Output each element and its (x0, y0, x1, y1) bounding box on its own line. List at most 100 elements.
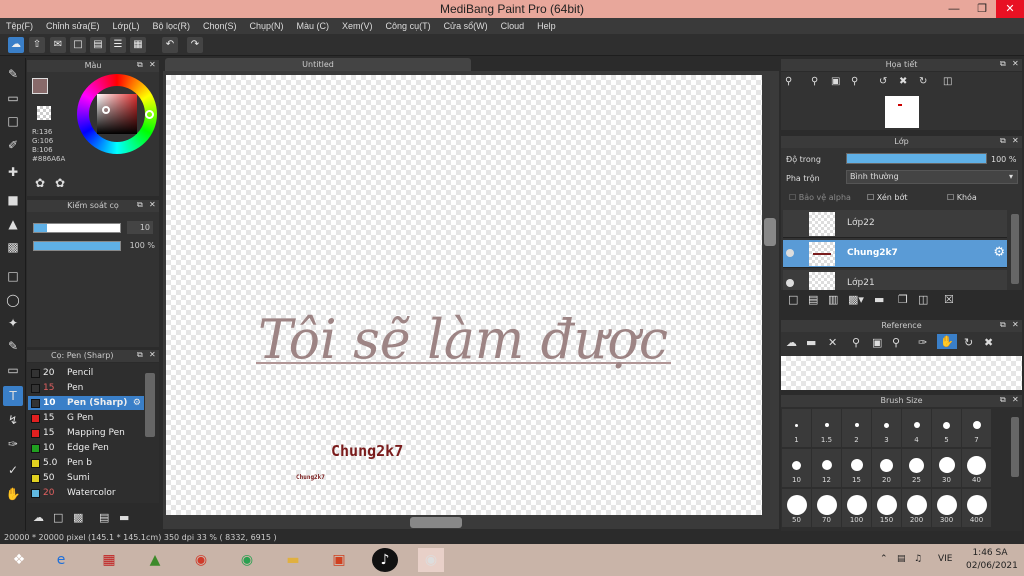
share-icon[interactable]: ⇧ (29, 37, 45, 53)
cloud-icon[interactable]: ☁ (8, 37, 24, 53)
horizontal-scroll-thumb[interactable] (410, 517, 462, 528)
brush-list-item[interactable]: 20 Watercolor (28, 486, 144, 500)
reset-rotate-icon[interactable]: ✖ (899, 76, 907, 87)
navigator-close-icon[interactable]: ✕ (1012, 59, 1019, 68)
ref-open-icon[interactable]: ▬ (806, 336, 816, 349)
zoom-out-icon[interactable]: ⚲ (851, 76, 858, 87)
brush-size-cell[interactable]: 4 (902, 409, 931, 447)
ref-zoom-in-icon[interactable]: ⚲ (852, 336, 860, 349)
comment-icon[interactable]: ✉ (50, 37, 66, 53)
size-value[interactable]: 10 (127, 221, 153, 234)
primary-color-swatch[interactable] (32, 78, 48, 94)
brush-control-float-icon[interactable]: ⧉ (137, 200, 143, 210)
brush-size-cell[interactable]: 30 (932, 449, 961, 487)
text-tool-icon[interactable]: T (3, 386, 23, 406)
menu-file[interactable]: Tệp(F) (6, 21, 33, 31)
bucket-tool-icon[interactable]: ▲ (3, 214, 23, 234)
color-panel-float-icon[interactable]: ⧉ (137, 60, 143, 70)
layer-opacity-slider[interactable] (846, 153, 987, 164)
language-indicator[interactable]: VIE (938, 554, 953, 564)
layer-folder-icon[interactable]: ▬ (874, 293, 884, 306)
brush-size-cell[interactable]: 150 (872, 489, 901, 527)
document-icon[interactable]: ▤ (90, 37, 106, 53)
ref-hand-icon[interactable]: ✋ (937, 334, 957, 349)
ref-close-icon[interactable]: ✕ (828, 336, 837, 349)
layer-close-icon[interactable]: ✕ (1012, 136, 1019, 145)
powerpoint-icon[interactable]: ▣ (326, 548, 352, 572)
hue-wheel[interactable] (77, 74, 157, 154)
layer-row[interactable]: Chung2k7 ⚙ (783, 240, 1007, 268)
fit-icon[interactable]: ▣ (831, 76, 840, 87)
brush-list-item[interactable]: 15 Mapping Pen (28, 426, 144, 440)
brush-size-scrollbar[interactable] (1011, 417, 1019, 477)
menu-snap[interactable]: Chụp(N) (250, 21, 284, 31)
ref-eyedropper-icon[interactable]: ✑ (918, 336, 927, 349)
flip-icon[interactable]: ◫ (943, 76, 952, 87)
navigator-preview[interactable] (885, 96, 919, 128)
brush-tool-icon[interactable]: ✎ (3, 64, 23, 84)
menu-help[interactable]: Help (537, 21, 556, 31)
undo-icon[interactable]: ↶ (162, 37, 178, 53)
brush-list-item[interactable]: 20 Pencil (28, 366, 144, 380)
blur-tool-icon[interactable]: ✐ (3, 135, 23, 155)
brush-size-cell[interactable]: 400 (962, 489, 991, 527)
brush-size-cell[interactable]: 2 (842, 409, 871, 447)
network-icon[interactable]: ▤ (897, 554, 906, 564)
rotate-right-icon[interactable]: ↻ (919, 76, 927, 87)
select-pen-icon[interactable]: ✎ (3, 336, 23, 356)
page-icon[interactable]: □ (70, 37, 86, 53)
clock-date[interactable]: 02/06/2021 (966, 561, 1018, 571)
clock-time[interactable]: 1:46 SA (970, 548, 1010, 558)
brush-cloud-icon[interactable]: ☁ (33, 511, 44, 524)
ref-reset-icon[interactable]: ✖ (984, 336, 993, 349)
reference-close-icon[interactable]: ✕ (1012, 320, 1019, 329)
brush-size-cell[interactable]: 5 (932, 409, 961, 447)
ref-cloud-icon[interactable]: ☁ (786, 336, 797, 349)
brush-list-item[interactable]: 50 Sumi (28, 471, 144, 485)
medibang-icon[interactable]: ◉ (418, 548, 444, 572)
close-icon[interactable]: ✕ (996, 0, 1024, 18)
new-8bit-layer-icon[interactable]: ▥ (828, 293, 838, 306)
brush-size-cell[interactable]: 200 (902, 489, 931, 527)
menu-color[interactable]: Màu (C) (297, 21, 330, 31)
brush-list-item[interactable]: 10 Pen (Sharp) ⚙ (28, 396, 144, 410)
brush-settings-icon[interactable]: ▤ (99, 511, 109, 524)
brush-size-cell[interactable]: 1.5 (812, 409, 841, 447)
list-icon[interactable]: ☰ (110, 37, 126, 53)
menu-view[interactable]: Xem(V) (342, 21, 373, 31)
redo-icon[interactable]: ↷ (187, 37, 203, 53)
menu-window[interactable]: Cửa sổ(W) (444, 21, 488, 31)
tiktok-icon[interactable]: ♪ (372, 548, 398, 572)
menu-tools[interactable]: Công cụ(T) (386, 21, 431, 31)
hand-tool-icon[interactable]: ✋ (3, 484, 23, 504)
brush-size-cell[interactable]: 15 (842, 449, 871, 487)
brush-settings-gear-icon[interactable]: ⚙ (133, 398, 141, 408)
reference-float-icon[interactable]: ⧉ (1000, 320, 1006, 330)
file-explorer-icon[interactable]: ▬ (280, 548, 306, 572)
opacity-slider[interactable] (33, 241, 121, 251)
palette-icon[interactable]: ✿ (35, 176, 45, 190)
operation-tool-icon[interactable]: ↯ (3, 410, 23, 430)
brush-size-cell[interactable]: 300 (932, 489, 961, 527)
grid-icon[interactable]: ▦ (130, 37, 146, 53)
duplicate-layer-icon[interactable]: ❐ (898, 293, 908, 306)
brush-size-cell[interactable]: 40 (962, 449, 991, 487)
layer-visibility-icon[interactable] (786, 219, 794, 227)
brush-size-cell[interactable]: 1 (782, 409, 811, 447)
brush-size-close-icon[interactable]: ✕ (1012, 395, 1019, 404)
blend-mode-select[interactable]: Bình thường ▾ (846, 170, 1018, 184)
minimize-icon[interactable]: — (940, 0, 968, 18)
dropper-tool-icon[interactable]: ✓ (3, 460, 23, 480)
bluestacks-icon[interactable]: ▲ (142, 548, 168, 572)
brush-list-float-icon[interactable]: ⧉ (137, 350, 143, 360)
menu-layer[interactable]: Lớp(L) (113, 21, 140, 31)
size-slider[interactable] (33, 223, 121, 233)
brush-list-item[interactable]: 5.0 Pen b (28, 456, 144, 470)
eyedropper-icon[interactable]: ✑ (3, 434, 23, 454)
gradient-tool-icon[interactable]: ▩ (3, 237, 23, 257)
layer-settings-gear-icon[interactable]: ⚙ (993, 245, 1005, 260)
brush-folder-icon[interactable]: ▬ (119, 511, 129, 524)
canvas[interactable]: Tôi sẽ làm được Chung2k7 Chung2k7 (166, 75, 762, 515)
volume-icon[interactable]: ♫ (914, 554, 922, 564)
brush-list-item[interactable]: 15 G Pen (28, 411, 144, 425)
